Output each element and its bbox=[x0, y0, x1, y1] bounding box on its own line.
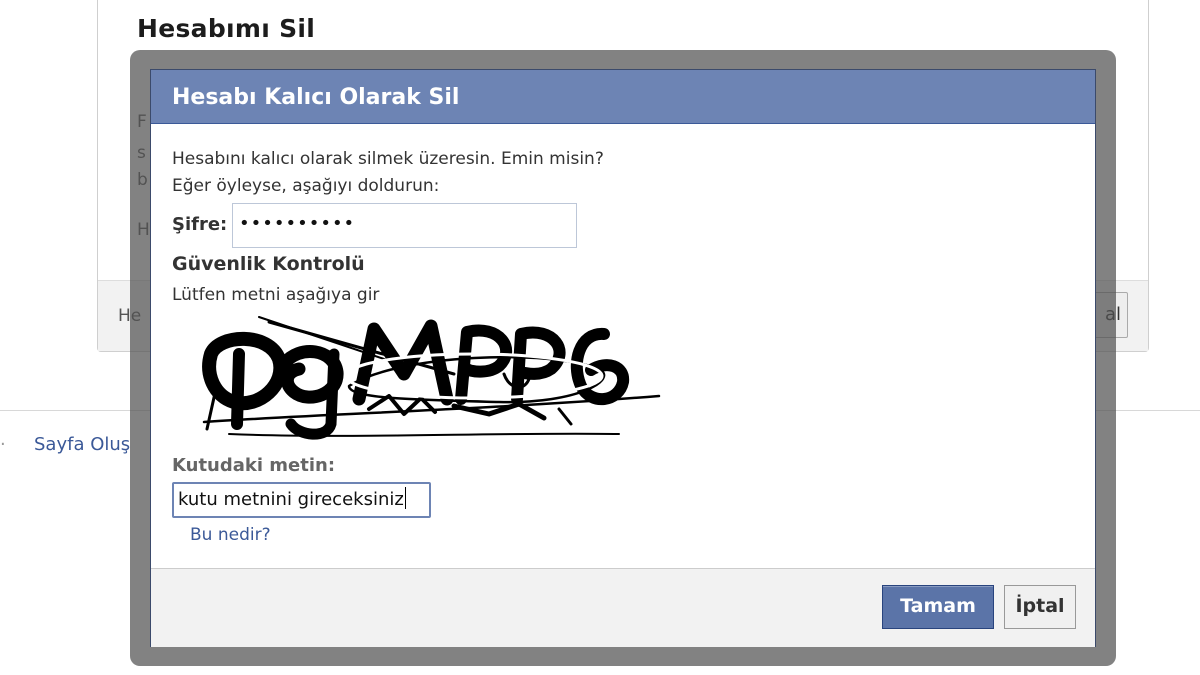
dialog-footer: Tamam İptal bbox=[151, 568, 1095, 647]
security-check-title: Güvenlik Kontrolü bbox=[172, 253, 365, 275]
dialog-title: Hesabı Kalıcı Olarak Sil bbox=[172, 85, 460, 110]
captcha-label: Kutudaki metin: bbox=[172, 455, 336, 476]
page-title: Hesabımı Sil bbox=[137, 14, 316, 43]
captcha-input-text: kutu metnini gireceksiniz bbox=[178, 489, 404, 510]
captcha-image bbox=[202, 316, 661, 440]
footer-link-create-page[interactable]: Sayfa Oluş bbox=[34, 434, 130, 455]
captcha-input[interactable]: kutu metnini gireceksiniz bbox=[172, 482, 431, 518]
text-caret bbox=[404, 487, 406, 509]
delete-account-dialog: Hesabı Kalıcı Olarak Sil Hesabını kalıcı… bbox=[150, 69, 1096, 647]
what-is-this-link[interactable]: Bu nedir? bbox=[190, 525, 271, 545]
cancel-button[interactable]: İptal bbox=[1004, 585, 1076, 629]
dialog-header: Hesabı Kalıcı Olarak Sil bbox=[151, 70, 1095, 124]
footer-separator: · bbox=[0, 434, 6, 455]
ok-button[interactable]: Tamam bbox=[882, 585, 994, 629]
password-field[interactable]: •••••••••• bbox=[232, 203, 577, 248]
security-instruction: Lütfen metni aşağıya gir bbox=[172, 285, 380, 305]
password-label: Şifre: bbox=[172, 214, 228, 235]
fill-instruction: Eğer öyleyse, aşağıyı doldurun: bbox=[172, 176, 440, 196]
confirm-question: Hesabını kalıcı olarak silmek üzeresin. … bbox=[172, 149, 604, 169]
